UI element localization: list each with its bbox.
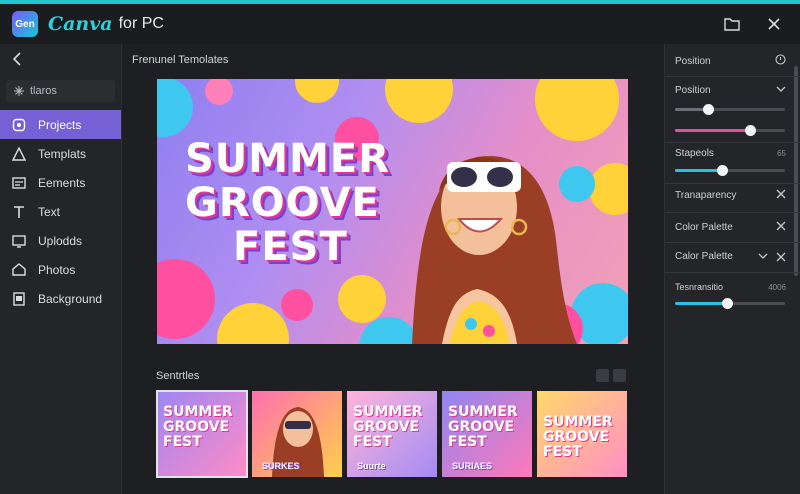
thumbnail-headline: SUMMER GROOVE FEST — [448, 404, 518, 450]
divider — [665, 183, 800, 184]
sidebar-search-text: tlaros — [30, 85, 57, 97]
thumbnail-tools — [596, 369, 626, 382]
brand-name: Canva — [48, 13, 113, 35]
templates-icon — [12, 146, 26, 161]
divider — [665, 142, 800, 143]
hero-line-1: SUMMER — [185, 136, 391, 182]
properties-panel: Position Position Stapeols 65 Tranaparen… — [664, 44, 800, 494]
chevron-down-icon[interactable] — [758, 252, 768, 260]
transition-value: 4006 — [768, 282, 786, 292]
hero-line-3: FEST — [233, 224, 348, 270]
thumbnail-caption: SURKES — [262, 461, 300, 471]
grid-view-icon[interactable] — [596, 369, 609, 382]
template-thumbnail[interactable]: SUMMER GROOVE FEST — [537, 391, 627, 477]
color-palette-label-2: Calor Palette — [675, 251, 733, 262]
sidebar-item-projects[interactable]: Projects — [0, 110, 121, 139]
sidebar-item-uploads[interactable]: Uplodds — [0, 226, 121, 255]
transition-row: Tesnransitio 4006 — [675, 282, 786, 292]
speeds-row: Stapeols 65 — [675, 148, 786, 159]
sidebar-item-label: Eements — [38, 175, 86, 190]
background-icon — [12, 291, 26, 306]
brand-suffix: for PC — [118, 15, 164, 32]
size-slider[interactable] — [675, 125, 785, 136]
sidebar-item-label: Text — [38, 204, 61, 219]
projects-icon — [12, 118, 26, 132]
left-sidebar: tlaros Projects Templats Eements Text Up… — [0, 44, 122, 494]
transparency-label: Tranaparency — [675, 190, 737, 201]
speed-slider[interactable] — [675, 165, 785, 176]
divider — [665, 242, 800, 243]
main-workspace: Frenunel Temolates SUMMER GROOVE FEST Se… — [122, 44, 664, 494]
template-preview-canvas[interactable]: SUMMER GROOVE FEST — [157, 79, 628, 344]
template-thumbnail[interactable]: SUMMER GROOVE FEST SURIAES — [442, 391, 532, 477]
close-icon[interactable] — [776, 252, 786, 262]
position-label: Position — [675, 84, 711, 96]
divider — [665, 272, 800, 273]
close-icon[interactable] — [776, 221, 786, 234]
chevron-left-icon — [12, 52, 21, 66]
sidebar-item-photos[interactable]: Photos — [0, 255, 121, 284]
title-bar: Gen Canva for PC — [0, 4, 800, 44]
panel-scrollbar[interactable] — [794, 66, 798, 276]
close-icon[interactable] — [776, 189, 786, 202]
sidebar-item-label: Projects — [38, 117, 82, 132]
speeds-label: Stapeols — [675, 148, 714, 159]
back-button[interactable] — [0, 44, 121, 74]
panel-header-title: Position — [675, 55, 711, 67]
folder-icon[interactable] — [722, 14, 742, 34]
sidebar-item-label: Photos — [38, 262, 76, 277]
hero-headline: SUMMER GROOVE FEST — [185, 137, 390, 269]
sidebar-item-background[interactable]: Background — [0, 284, 121, 313]
transparency-row[interactable]: Tranaparency — [675, 189, 786, 202]
thumbnail-caption: SURIAES — [452, 461, 493, 471]
divider — [665, 76, 800, 77]
photos-icon — [12, 262, 26, 277]
featured-templates-title: Frenunel Temolates — [132, 54, 229, 66]
position-row: Position — [675, 84, 786, 96]
template-thumbnail[interactable]: SUMMER GROOVE FEST — [156, 390, 248, 478]
sidebar-item-label: Templats — [38, 146, 87, 161]
hero-line-2: GROOVE — [185, 180, 380, 226]
transition-label: Tesnransitio — [675, 282, 724, 292]
sidebar-item-templates[interactable]: Templats — [0, 139, 121, 168]
sparkle-icon — [14, 86, 24, 96]
template-thumbnail[interactable]: SUMMER GROOVE FEST Suurte — [347, 391, 437, 477]
sidebar-item-elements[interactable]: Eements — [0, 168, 121, 197]
position-slider[interactable] — [675, 104, 785, 115]
thumbnail-headline: SUMMER GROOVE FEST — [543, 414, 613, 460]
color-palette-row[interactable]: Color Palette — [675, 221, 786, 234]
app-icon: Gen — [12, 11, 38, 37]
divider — [665, 212, 800, 213]
sidebar-item-label: Background — [38, 291, 103, 306]
thumbnails-title: Sentrtles — [156, 370, 200, 382]
palette-controls — [758, 252, 786, 262]
sidebar-item-label: Uplodds — [38, 233, 83, 248]
elements-icon — [12, 176, 26, 190]
thumbnail-headline: SUMMER GROOVE FEST — [163, 404, 233, 450]
thumbnail-headline: SUMMER GROOVE FEST — [353, 404, 423, 450]
color-palette-label: Color Palette — [675, 222, 733, 233]
speeds-value: 65 — [777, 149, 786, 158]
color-palette-row-2[interactable]: Calor Palette — [675, 251, 786, 262]
sidebar-item-text[interactable]: Text — [0, 197, 121, 226]
info-icon[interactable] — [775, 54, 786, 68]
close-icon[interactable] — [764, 14, 784, 34]
sidebar-search[interactable]: tlaros — [6, 80, 115, 102]
panel-header: Position — [675, 54, 786, 68]
transition-slider[interactable] — [675, 298, 785, 309]
list-view-icon[interactable] — [613, 369, 626, 382]
uploads-icon — [12, 234, 26, 248]
chevron-down-icon[interactable] — [776, 84, 786, 96]
text-icon — [12, 205, 26, 219]
template-thumbnails: SUMMER GROOVE FEST SURKES SUMMER GROOVE FEST… — [156, 390, 627, 478]
template-thumbnail[interactable]: SURKES — [252, 391, 342, 477]
thumbnail-caption: Suurte — [357, 461, 386, 471]
